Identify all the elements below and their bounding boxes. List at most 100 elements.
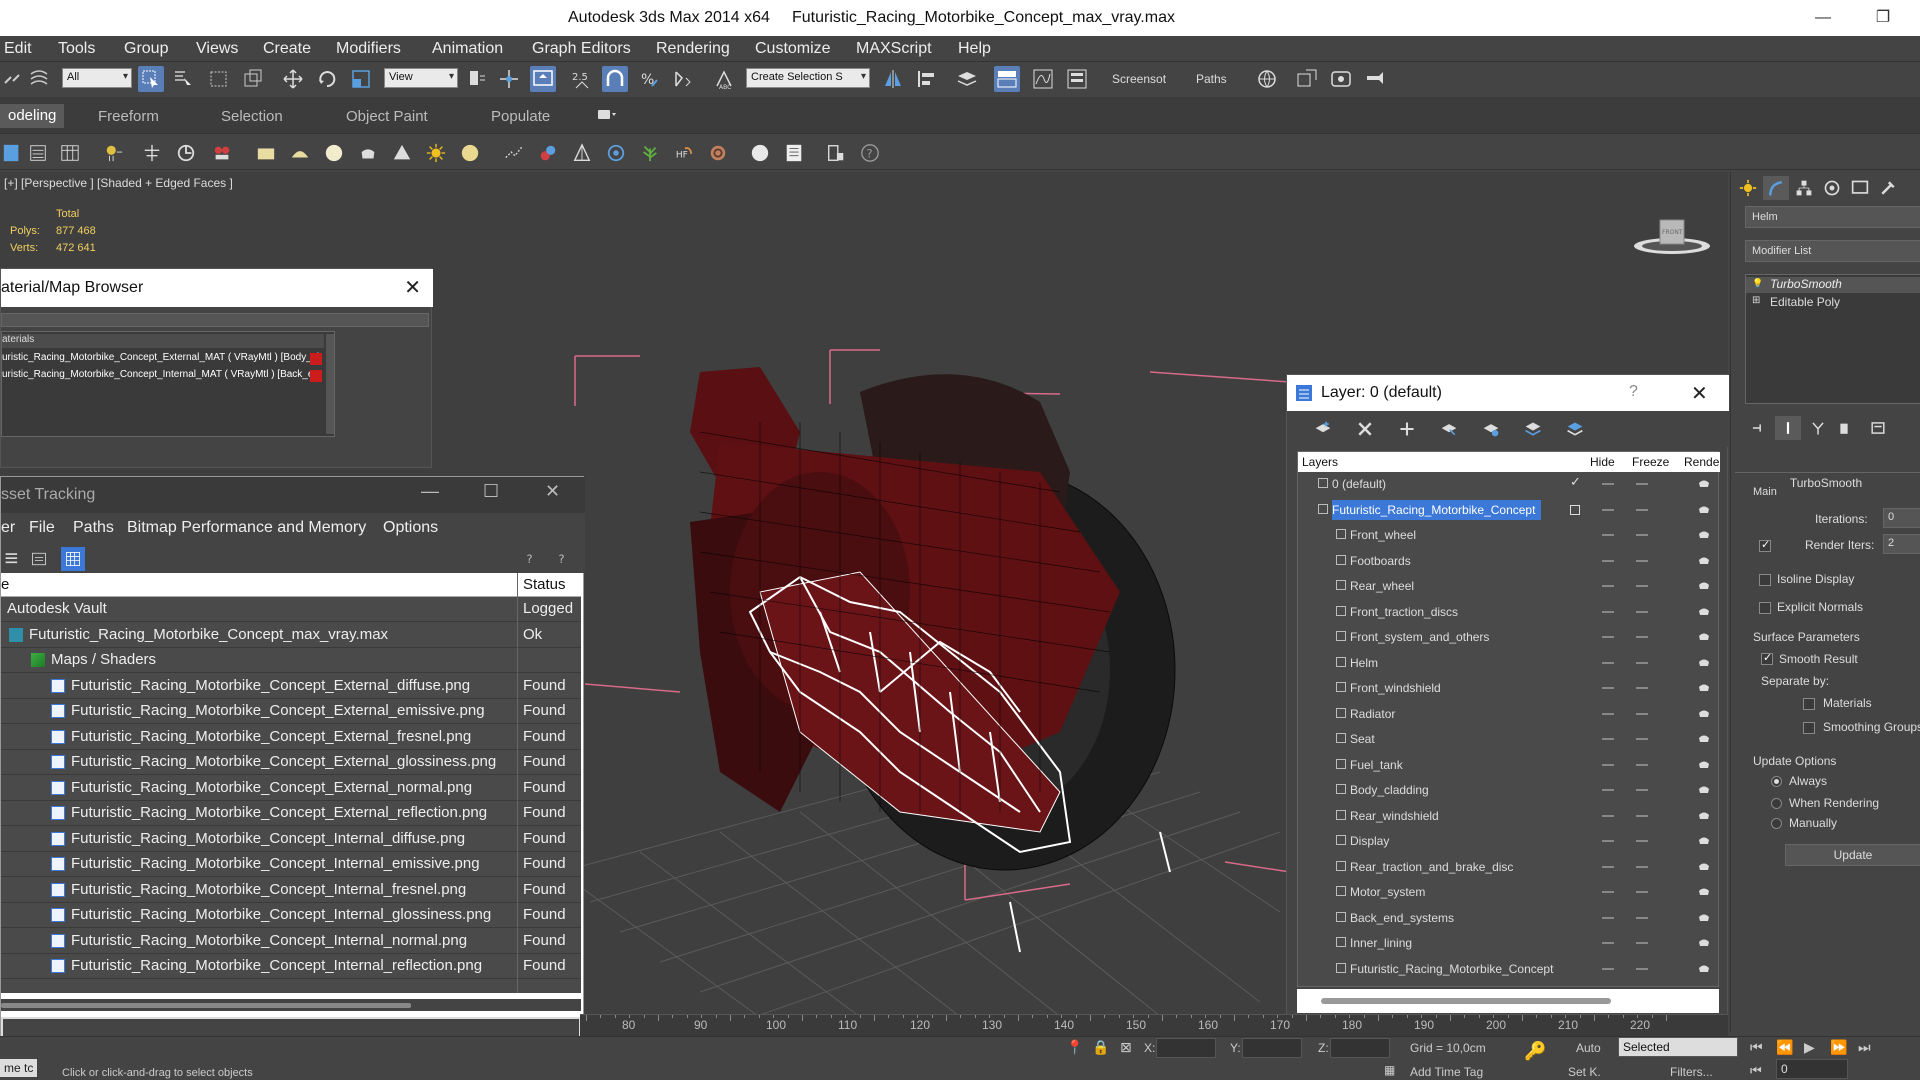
at-menu-paths[interactable]: Paths xyxy=(73,519,114,537)
rendered-frame-icon[interactable] xyxy=(1328,66,1354,92)
menu-maxscript[interactable]: MAXScript xyxy=(856,40,932,58)
hide-toggle[interactable] xyxy=(1602,865,1614,868)
render-teapot-icon[interactable] xyxy=(1698,962,1710,974)
tab-freeform[interactable]: Freeform xyxy=(98,108,159,125)
absolute-mode-icon[interactable]: ⊠ xyxy=(1120,1039,1132,1056)
set-current-box-icon[interactable] xyxy=(1570,504,1580,515)
freeze-toggle[interactable] xyxy=(1636,916,1648,919)
update-button[interactable]: Update xyxy=(1785,844,1920,866)
render-iters-checkbox[interactable] xyxy=(1759,538,1771,552)
layer-horizontal-scrollbar[interactable] xyxy=(1297,989,1719,1013)
always-radio[interactable] xyxy=(1771,776,1782,787)
hide-toggle[interactable] xyxy=(1602,636,1614,638)
layer-row[interactable]: Front_traction_discs xyxy=(1298,600,1720,625)
asset-tracking-maximize-button[interactable]: ☐ xyxy=(483,481,499,502)
auto-key-button[interactable]: Auto xyxy=(1576,1041,1601,1055)
asset-row[interactable]: Futuristic_Racing_Motorbike_Concept_max_… xyxy=(1,623,581,648)
lightbulb-icon[interactable]: 💡 xyxy=(1752,278,1763,289)
helpers-icon[interactable] xyxy=(604,141,628,165)
go-to-end-icon[interactable]: ⏭ xyxy=(1858,1039,1871,1056)
at-menu-file[interactable]: File xyxy=(29,519,55,537)
layer-row[interactable]: Inner_lining xyxy=(1298,931,1720,956)
align-icon[interactable] xyxy=(914,66,940,92)
menu-edit[interactable]: Edit xyxy=(4,40,32,58)
hide-toggle[interactable] xyxy=(1602,738,1614,740)
hide-toggle[interactable] xyxy=(1602,942,1614,944)
add-time-tag-label[interactable]: Add Time Tag xyxy=(1410,1065,1483,1079)
hide-toggle[interactable] xyxy=(1602,840,1614,842)
manually-radio[interactable] xyxy=(1771,818,1782,829)
render-teapot-icon[interactable] xyxy=(1698,758,1710,770)
delete-layer-icon[interactable] xyxy=(1353,417,1377,441)
asset-row[interactable]: Futuristic_Racing_Motorbike_Concept_Inte… xyxy=(1,903,581,928)
pivot-center-icon[interactable] xyxy=(464,66,490,92)
layer-row[interactable]: Futuristic_Racing_Motorbike_Concept xyxy=(1298,498,1720,523)
sun-icon[interactable] xyxy=(424,141,448,165)
display-tab-icon[interactable] xyxy=(1847,176,1873,200)
asset-row[interactable]: Futuristic_Racing_Motorbike_Concept_Exte… xyxy=(1,674,581,699)
snap-toggle-icon[interactable]: 2.5 xyxy=(568,66,594,92)
layer-row[interactable]: Fuel_tank xyxy=(1298,753,1720,778)
asset-tracking-minimize-button[interactable]: — xyxy=(421,481,439,502)
layer-row[interactable]: Seat xyxy=(1298,727,1720,752)
layer-row[interactable]: Radiator xyxy=(1298,702,1720,727)
key-mode-icon[interactable]: ⏮ xyxy=(1750,1063,1762,1079)
tab-object-paint[interactable]: Object Paint xyxy=(346,108,428,125)
menu-customize[interactable]: Customize xyxy=(755,40,831,58)
freeze-toggle[interactable] xyxy=(1636,508,1648,511)
render-teapot-icon[interactable] xyxy=(1698,554,1710,566)
rotate-icon[interactable] xyxy=(314,66,340,92)
asset-row[interactable]: Futuristic_Racing_Motorbike_Concept_Exte… xyxy=(1,750,581,775)
edit-named-selection-icon[interactable]: ABC xyxy=(712,66,738,92)
expand-plus-icon[interactable]: ⊞ xyxy=(1752,295,1760,306)
key-icon[interactable]: 🔑 xyxy=(1524,1041,1546,1062)
layer-row[interactable]: Display xyxy=(1298,829,1720,854)
plane-icon[interactable] xyxy=(254,141,278,165)
asset-row[interactable]: Futuristic_Racing_Motorbike_Concept_Inte… xyxy=(1,929,581,954)
layer-row[interactable]: 0 (default) ✓ xyxy=(1298,472,1720,497)
move-icon[interactable] xyxy=(280,66,306,92)
hide-toggle[interactable] xyxy=(1602,891,1614,893)
render-sphere-icon[interactable] xyxy=(748,141,772,165)
hemisphere-icon[interactable] xyxy=(288,141,312,165)
materials-checkbox[interactable] xyxy=(1803,698,1815,710)
new-layer-icon[interactable] xyxy=(1311,417,1335,441)
create-tab-icon[interactable] xyxy=(1735,176,1761,200)
menu-help[interactable]: Help xyxy=(958,40,991,58)
freeze-toggle[interactable] xyxy=(1636,585,1648,587)
render-teapot-icon[interactable] xyxy=(1698,503,1710,515)
freeze-toggle[interactable] xyxy=(1636,610,1648,613)
schematic-view-icon[interactable] xyxy=(1064,66,1090,92)
hide-toggle[interactable] xyxy=(1602,559,1614,562)
make-unique-icon[interactable] xyxy=(1805,416,1831,440)
previous-frame-icon[interactable]: ⏪ xyxy=(1776,1039,1793,1056)
layer-row[interactable]: Back_end_systems xyxy=(1298,906,1720,931)
col-status-header[interactable]: Status xyxy=(523,576,566,593)
materials-group-header[interactable]: aterials xyxy=(2,334,324,348)
render-teapot-icon[interactable] xyxy=(1698,605,1710,617)
scale-icon[interactable] xyxy=(348,66,374,92)
freeze-toggle[interactable] xyxy=(1636,636,1648,638)
window-crossing-icon[interactable] xyxy=(240,66,266,92)
set-key-button[interactable]: Set K. xyxy=(1568,1065,1601,1079)
hide-toggle[interactable] xyxy=(1602,534,1614,536)
hide-toggle[interactable] xyxy=(1602,763,1614,766)
menu-create[interactable]: Create xyxy=(263,40,311,58)
layer-row[interactable]: Front_windshield xyxy=(1298,676,1720,701)
skylight-icon[interactable] xyxy=(458,141,482,165)
maxscript-listener-label[interactable]: me tc xyxy=(0,1059,38,1077)
spinner-snap-icon[interactable] xyxy=(670,66,696,92)
hierarchy-tab-icon[interactable] xyxy=(1791,176,1817,200)
select-in-layer-icon[interactable] xyxy=(1437,417,1461,441)
asset-row[interactable]: Futuristic_Racing_Motorbike_Concept_Inte… xyxy=(1,954,581,979)
hide-toggle[interactable] xyxy=(1602,814,1614,817)
material-search-input[interactable] xyxy=(1,313,429,327)
hide-toggle[interactable] xyxy=(1602,967,1614,970)
key-filter-dropdown[interactable]: Selected xyxy=(1618,1037,1738,1057)
render-production-icon[interactable] xyxy=(1362,66,1388,92)
render-teapot-icon[interactable] xyxy=(1698,936,1710,948)
asset-row[interactable]: Futuristic_Racing_Motorbike_Concept_Inte… xyxy=(1,878,581,903)
render-teapot-icon[interactable] xyxy=(1698,783,1710,795)
motion-tab-icon[interactable] xyxy=(1819,176,1845,200)
menu-tools[interactable]: Tools xyxy=(58,40,95,58)
